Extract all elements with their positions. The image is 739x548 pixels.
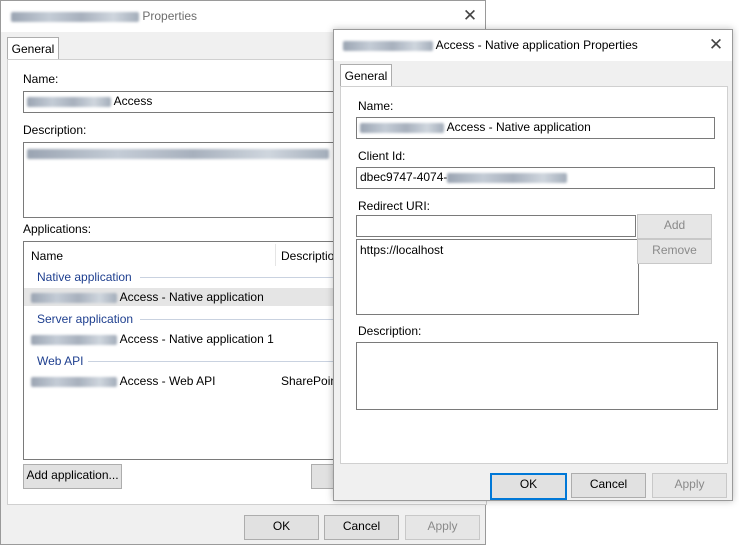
cancel-button[interactable]: Cancel — [324, 515, 399, 540]
description-field[interactable] — [23, 142, 361, 218]
column-header-name[interactable]: Name — [31, 249, 63, 263]
applications-label: Applications: — [23, 222, 92, 236]
close-icon[interactable]: ✕ — [459, 5, 481, 27]
add-button[interactable]: Add — [637, 214, 712, 239]
name-label: Name: — [23, 72, 59, 86]
apply-button[interactable]: Apply — [405, 515, 480, 540]
native-application-properties-dialog: Access - Native application Properties ✕… — [333, 29, 733, 501]
description-label: Description: — [358, 324, 422, 338]
ok-button[interactable]: OK — [490, 473, 567, 500]
title-bar: Access - Native application Properties ✕ — [334, 30, 732, 61]
applications-list[interactable]: Name Description Native application Acce… — [23, 241, 355, 460]
list-item[interactable]: Access - Native application 1 — [31, 332, 274, 346]
column-divider — [275, 244, 276, 266]
tab-general[interactable]: General — [340, 64, 392, 88]
apply-button[interactable]: Apply — [652, 473, 727, 498]
name-field[interactable]: Access - Native application — [356, 117, 715, 139]
dialog-title: Properties — [11, 9, 197, 23]
description-field[interactable] — [356, 342, 718, 410]
group-server-application: Server application — [37, 312, 134, 326]
name-label: Name: — [358, 99, 394, 113]
group-divider — [140, 319, 354, 320]
redirect-uri-input[interactable] — [356, 215, 636, 237]
group-divider — [88, 361, 354, 362]
redirect-uri-list[interactable]: https://localhost — [356, 239, 639, 315]
add-application-button[interactable]: Add application... — [23, 464, 122, 489]
list-item[interactable]: Access - Native application — [31, 290, 264, 304]
group-web-api: Web API — [37, 354, 84, 368]
title-bar: Properties ✕ — [1, 1, 485, 32]
close-icon[interactable]: ✕ — [705, 34, 727, 56]
list-item[interactable]: Access - Web API — [31, 374, 215, 388]
redirect-uri-label: Redirect URI: — [358, 199, 431, 213]
list-item[interactable]: https://localhost — [360, 243, 635, 257]
cancel-button[interactable]: Cancel — [571, 473, 646, 498]
tab-general[interactable]: General — [7, 37, 59, 61]
client-id-label: Client Id: — [358, 149, 406, 163]
group-native-application: Native application — [37, 270, 132, 284]
dialog-title: Access - Native application Properties — [343, 38, 638, 52]
client-id-field[interactable]: dbec9747-4074- — [356, 167, 715, 189]
remove-button[interactable]: Remove — [637, 239, 712, 264]
group-divider — [140, 277, 354, 278]
description-label: Description: — [23, 123, 87, 137]
ok-button[interactable]: OK — [244, 515, 319, 540]
name-field[interactable]: Access — [23, 91, 358, 113]
list-item-description: SharePoint — [281, 374, 341, 388]
